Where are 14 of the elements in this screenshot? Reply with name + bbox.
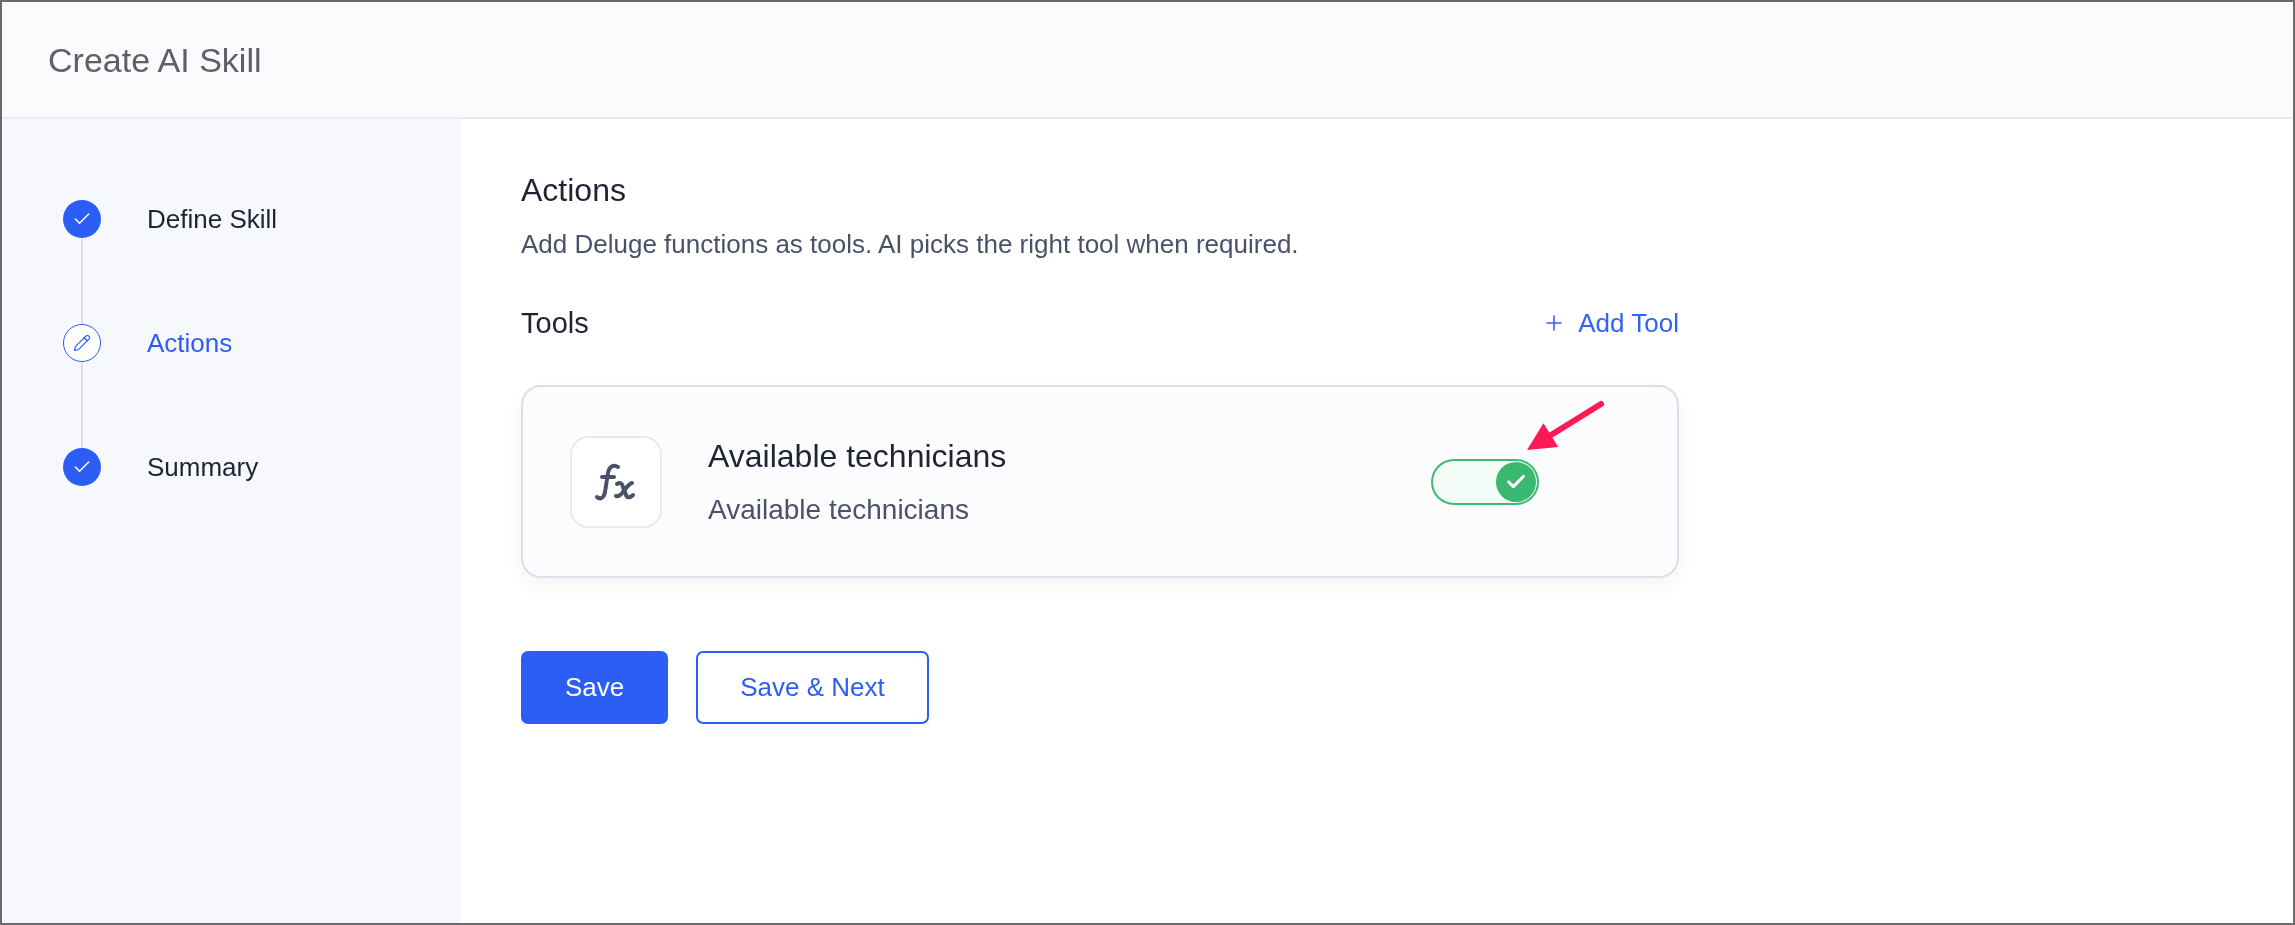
tool-description: Available technicians [708,492,969,527]
tools-title: Tools [521,306,589,341]
section-title: Actions [521,171,627,210]
save-button[interactable]: Save [521,651,669,724]
function-icon [570,435,662,528]
step-link[interactable]: Summary [147,451,259,483]
toggle-switch[interactable] [1431,458,1539,505]
step-link[interactable]: Define Skill [147,203,278,235]
section-description: Add Deluge functions as tools. AI picks the right tool when required. [521,228,1300,260]
add-tool-button[interactable]: Add Tool [1542,307,1679,339]
page-title: Create AI Skill [48,39,262,80]
step-link[interactable]: Actions [147,327,233,359]
tool-name: Available technicians [708,436,1007,475]
save-next-button[interactable]: Save & Next [696,651,929,724]
